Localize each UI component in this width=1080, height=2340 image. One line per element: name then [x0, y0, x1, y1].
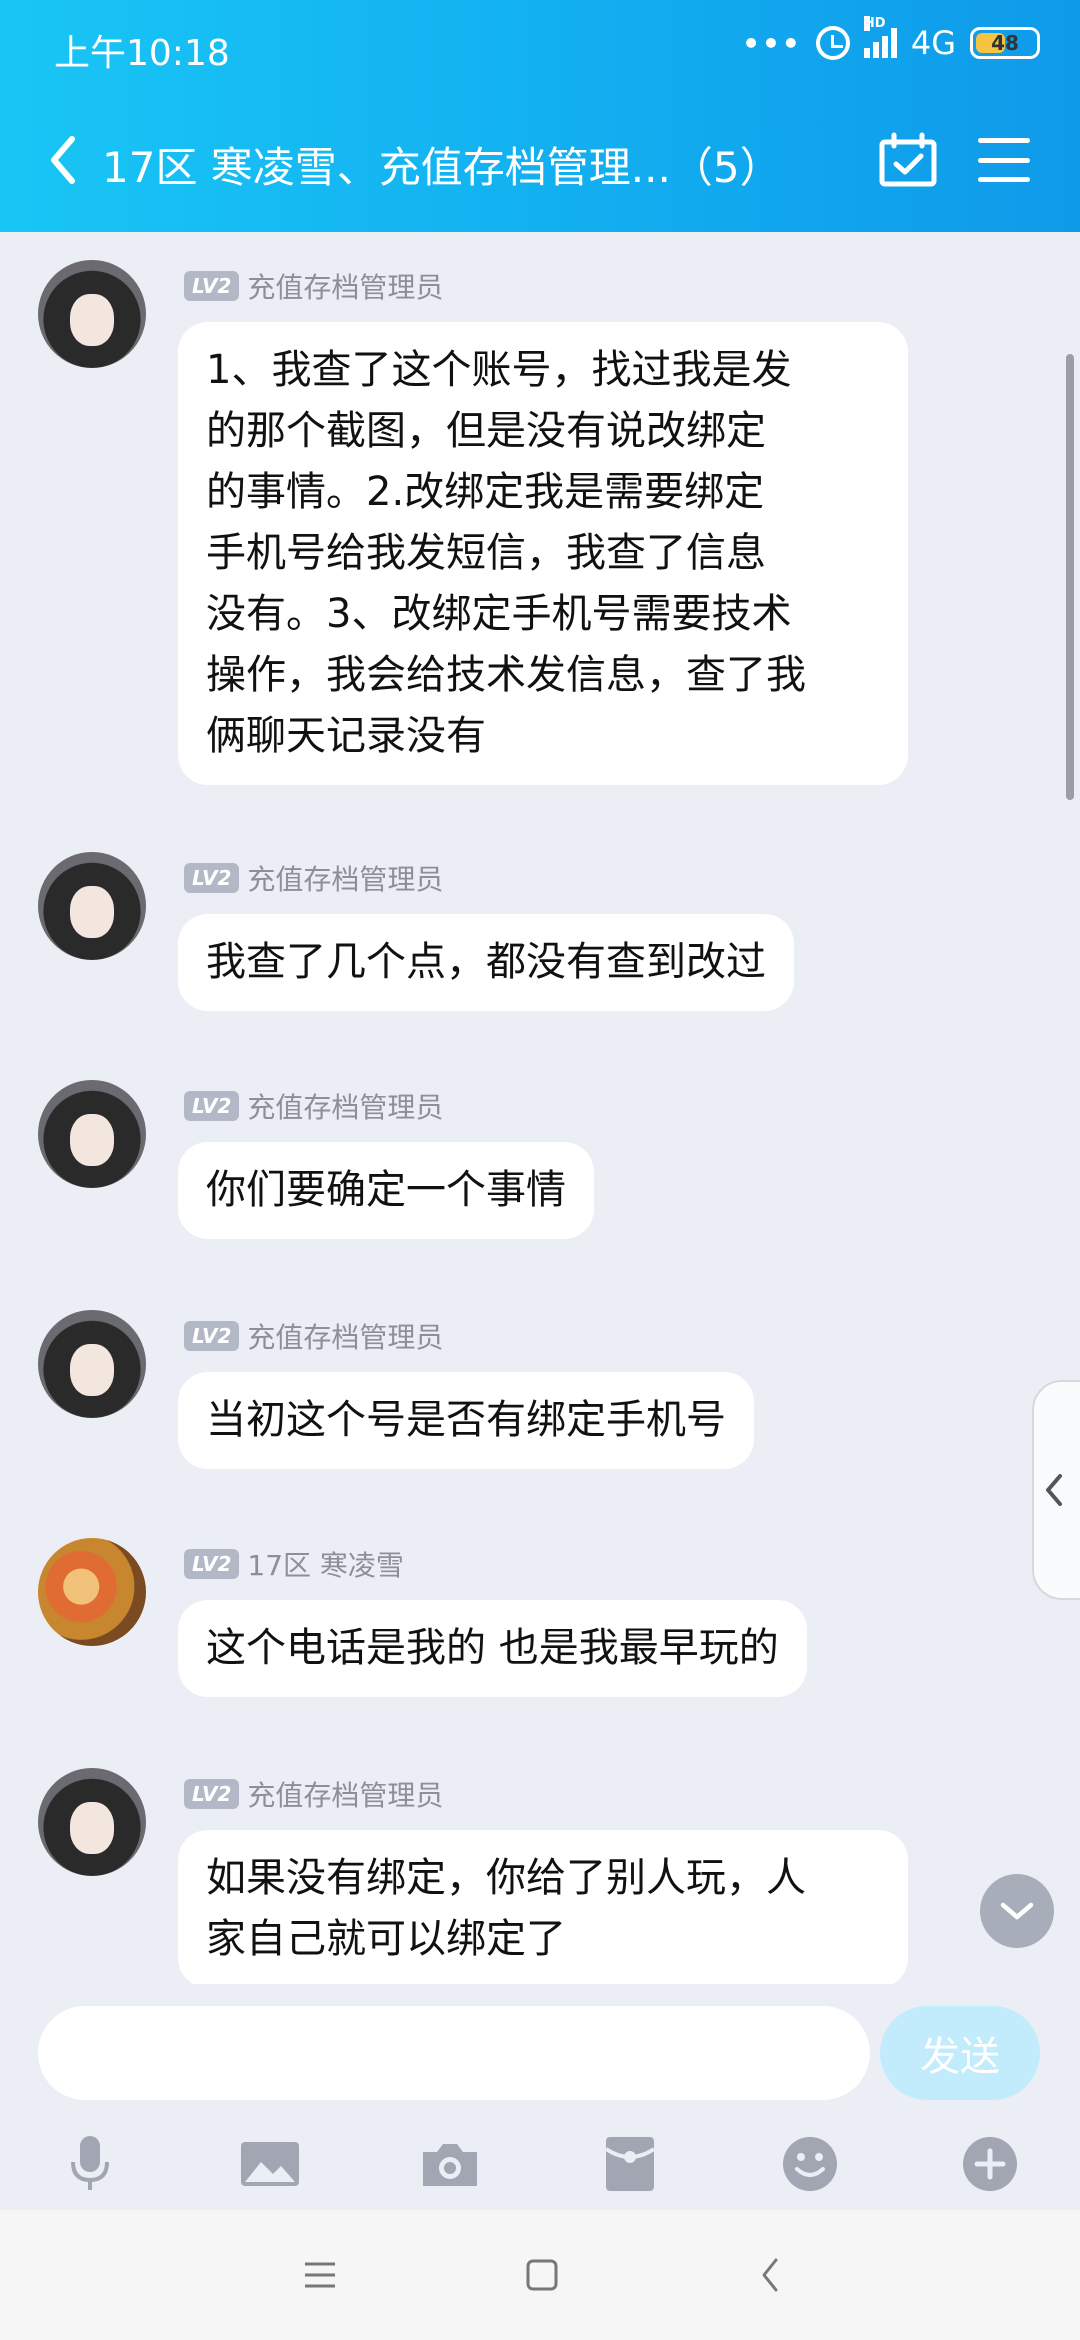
send-button[interactable]: 发送	[880, 2006, 1040, 2100]
sender-info: LV2 充值存档管理员	[184, 858, 443, 898]
menu-line	[978, 177, 1030, 182]
message-bubble[interactable]: 当初这个号是否有绑定手机号	[178, 1372, 754, 1469]
admin-avatar[interactable]	[38, 1310, 146, 1418]
back-arrow-icon	[762, 2258, 778, 2292]
system-back-button[interactable]	[740, 2245, 800, 2305]
level-badge: LV2	[184, 271, 240, 301]
sender-info: LV2 17区 寒凌雪	[184, 1544, 404, 1584]
alarm-icon	[815, 26, 850, 60]
scrollbar[interactable]	[1066, 354, 1074, 800]
signal-icon: HD	[863, 16, 897, 58]
message-line: 的事情。2.改绑定我是需要绑定	[206, 469, 765, 515]
message-line: 如果没有绑定，你给了别人玩，人	[206, 1855, 806, 1901]
plus-icon	[963, 2137, 1017, 2191]
user-avatar[interactable]	[38, 1538, 146, 1646]
calendar-check-button[interactable]	[878, 132, 938, 188]
message-line: 俩聊天记录没有	[206, 713, 486, 759]
message-bubble[interactable]: 如果没有绑定，你给了别人玩，人 家自己就可以绑定了	[178, 1830, 908, 1984]
level-badge: LV2	[184, 1091, 240, 1121]
status-icons: ••• HD 4G 48	[742, 16, 1040, 62]
menu-line	[978, 157, 1030, 163]
menu-icon	[305, 2262, 335, 2288]
more-button[interactable]	[950, 2124, 1030, 2204]
sender-info: LV2 充值存档管理员	[184, 266, 443, 306]
microphone-icon	[71, 2136, 109, 2190]
calendar-check-icon	[879, 132, 937, 187]
message-line: 操作，我会给技术发信息，查了我	[206, 652, 806, 698]
chevron-left-icon	[51, 136, 75, 184]
chat-area[interactable]: LV2 充值存档管理员 1、我查了这个账号，找过我是发 的那个截图，但是没有说改…	[0, 232, 1080, 1984]
red-packet-icon	[604, 2137, 656, 2191]
home-button[interactable]	[512, 2245, 572, 2305]
menu-button[interactable]	[978, 138, 1030, 182]
message-line: 1、我查了这个账号，找过我是发	[206, 347, 792, 393]
level-badge: LV2	[184, 1549, 240, 1579]
more-dots-icon: •••	[742, 26, 802, 60]
level-badge: LV2	[184, 1321, 240, 1351]
message-line: 的那个截图，但是没有说改绑定	[206, 408, 766, 454]
sender-info: LV2 充值存档管理员	[184, 1086, 443, 1126]
battery-icon: 48	[970, 27, 1040, 59]
message-bubble[interactable]: 1、我查了这个账号，找过我是发 的那个截图，但是没有说改绑定 的事情。2.改绑定…	[178, 322, 908, 785]
sender-name: 充值存档管理员	[247, 1321, 444, 1354]
camera-icon	[423, 2144, 477, 2186]
image-icon	[241, 2142, 299, 2186]
system-nav-bar	[0, 2210, 1080, 2340]
status-time: 上午10:18	[54, 33, 230, 74]
side-panel-handle[interactable]	[1032, 1380, 1080, 1600]
admin-avatar[interactable]	[38, 260, 146, 368]
chat-title: 17区 寒凌雪、充值存档管理...（5）	[102, 143, 782, 192]
message-input[interactable]	[38, 2006, 870, 2100]
input-row: 发送	[0, 1984, 1080, 2120]
scroll-to-bottom-button[interactable]	[980, 1874, 1054, 1948]
menu-line	[978, 138, 1030, 143]
message-line: 没有。3、改绑定手机号需要技术	[206, 591, 792, 637]
sender-name: 充值存档管理员	[247, 271, 444, 304]
hd-label: HD	[863, 16, 886, 31]
emoji-icon	[783, 2137, 837, 2191]
chevron-left-icon	[1046, 1474, 1062, 1506]
header: 上午10:18 ••• HD 4G 48 17区 寒凌雪、充值存档管理...（5…	[0, 0, 1080, 232]
level-badge: LV2	[184, 863, 240, 893]
battery-level: 48	[991, 31, 1019, 55]
sender-info: LV2 充值存档管理员	[184, 1774, 443, 1814]
voice-button[interactable]	[50, 2124, 130, 2204]
message-line: 当初这个号是否有绑定手机号	[206, 1397, 726, 1443]
input-toolbar	[0, 2120, 1080, 2210]
emoji-button[interactable]	[770, 2124, 850, 2204]
image-button[interactable]	[230, 2124, 310, 2204]
red-packet-button[interactable]	[590, 2124, 670, 2204]
admin-avatar[interactable]	[38, 1080, 146, 1188]
message-bubble[interactable]: 我查了几个点，都没有查到改过	[178, 914, 794, 1011]
sender-name: 充值存档管理员	[247, 1779, 444, 1812]
square-icon	[526, 2259, 558, 2291]
level-badge: LV2	[184, 1779, 240, 1809]
message-bubble[interactable]: 这个电话是我的 也是我最早玩的	[178, 1600, 807, 1697]
sender-name: 充值存档管理员	[247, 863, 444, 896]
message-line: 这个电话是我的 也是我最早玩的	[206, 1625, 779, 1671]
message-line: 我查了几个点，都没有查到改过	[206, 939, 766, 985]
back-button[interactable]	[38, 130, 88, 190]
sender-name: 17区 寒凌雪	[247, 1549, 404, 1582]
message-line: 手机号给我发短信，我查了信息	[206, 530, 766, 576]
message-bubble[interactable]: 你们要确定一个事情	[178, 1142, 594, 1239]
status-bar: 上午10:18 ••• HD 4G 48	[0, 0, 1080, 90]
sender-info: LV2 充值存档管理员	[184, 1316, 443, 1356]
sender-name: 充值存档管理员	[247, 1091, 444, 1124]
chevron-down-icon	[1000, 1902, 1034, 1920]
admin-avatar[interactable]	[38, 1768, 146, 1876]
camera-button[interactable]	[410, 2124, 490, 2204]
message-line: 家自己就可以绑定了	[206, 1916, 566, 1962]
network-type: 4G	[910, 24, 956, 62]
admin-avatar[interactable]	[38, 852, 146, 960]
recents-button[interactable]	[290, 2245, 350, 2305]
message-line: 你们要确定一个事情	[206, 1167, 566, 1213]
title-bar: 17区 寒凌雪、充值存档管理...（5）	[0, 110, 1080, 220]
